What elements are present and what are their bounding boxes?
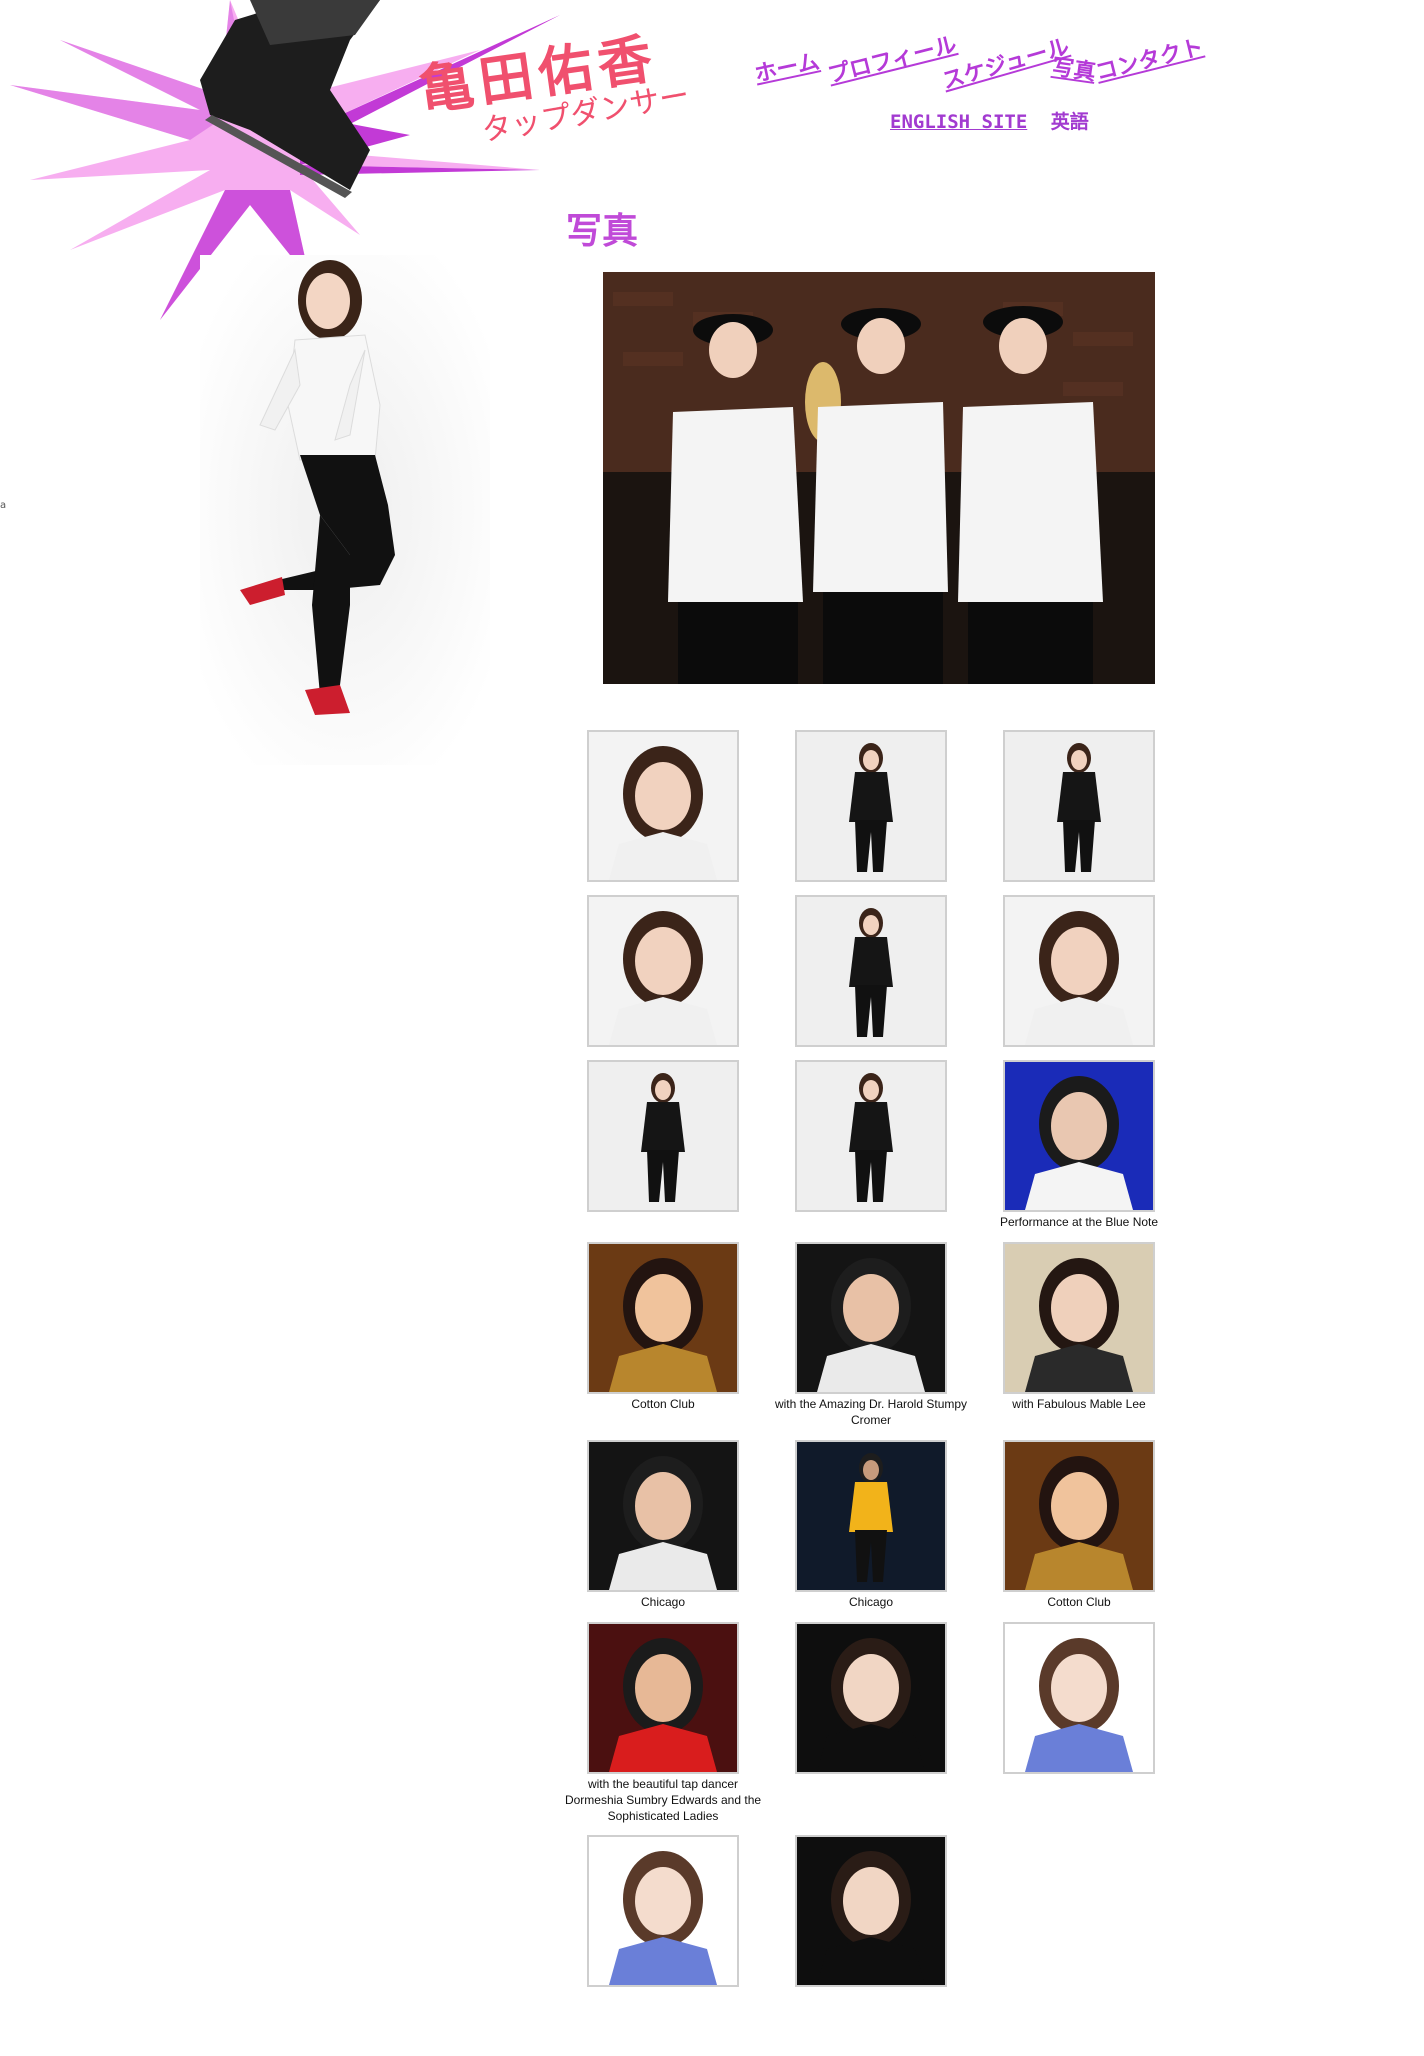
gallery-thumbnail[interactable] (795, 730, 947, 882)
thumbnail-photo (1005, 1442, 1153, 1590)
gallery-thumbnail[interactable] (795, 1622, 947, 1774)
gallery-thumbnail[interactable] (587, 895, 739, 1047)
english-label: 英語 (1050, 111, 1089, 133)
gallery-thumbnail[interactable] (1003, 1242, 1155, 1394)
gallery-caption: with Fabulous Mable Lee (1012, 1397, 1146, 1411)
thumbnail-photo (589, 1442, 737, 1590)
thumbnail-photo (797, 1244, 945, 1392)
thumbnail-photo (1005, 732, 1153, 880)
language-switch: ENGLISH SITE 英語 (890, 107, 1089, 134)
gallery-thumbnail[interactable] (795, 1440, 947, 1592)
thumbnail-photo (589, 732, 737, 880)
gallery-caption: Chicago (640, 1595, 686, 1609)
gallery-caption: with the Amazing Dr. Harold Stumpy Crome… (774, 1397, 968, 1427)
gallery-item[interactable]: with Fabulous Mable Lee (976, 1242, 1182, 1412)
thumbnail-photo (1005, 1062, 1153, 1210)
thumbnail-photo (797, 1062, 945, 1210)
gallery-item[interactable] (976, 1622, 1182, 1774)
thumbnail-photo (589, 1624, 737, 1772)
gallery-item[interactable] (560, 1835, 766, 1987)
nav-item-home[interactable]: ホーム (751, 44, 822, 89)
thumbnail-photo (797, 1837, 945, 1985)
gallery-item[interactable]: Cotton Club (560, 1242, 766, 1412)
nav-item-profile[interactable]: プロフィール (824, 27, 960, 90)
gallery-item[interactable] (768, 895, 974, 1047)
gallery-item[interactable] (560, 730, 766, 882)
thumbnail-photo (797, 1624, 945, 1772)
nav-item-contact[interactable]: コンタクト (1092, 29, 1206, 87)
gallery-item[interactable] (768, 730, 974, 882)
gallery-thumbnail[interactable] (587, 1242, 739, 1394)
gallery-thumbnail[interactable] (795, 1060, 947, 1212)
gallery-item[interactable]: Chicago (768, 1440, 974, 1610)
thumbnail-photo (1005, 897, 1153, 1045)
gallery-thumbnail[interactable] (1003, 895, 1155, 1047)
thumbnail-photo (589, 897, 737, 1045)
gallery-item[interactable] (976, 895, 1182, 1047)
edge-mark: a (0, 500, 7, 511)
gallery-caption: with the beautiful tap dancer Dormeshia … (564, 1777, 762, 1823)
gallery-thumbnail[interactable] (587, 1622, 739, 1774)
gallery-caption: Performance at the Blue Note (999, 1215, 1159, 1229)
gallery-thumbnail[interactable] (795, 895, 947, 1047)
gallery-thumbnail[interactable] (587, 1060, 739, 1212)
gallery-item[interactable]: Chicago (560, 1440, 766, 1610)
featured-photo[interactable] (603, 272, 1155, 684)
gallery-item[interactable]: with the Amazing Dr. Harold Stumpy Crome… (768, 1242, 974, 1428)
gallery-thumbnail[interactable] (795, 1242, 947, 1394)
gallery-item[interactable] (976, 730, 1182, 882)
thumbnail-photo (797, 732, 945, 880)
gallery-thumbnail[interactable] (587, 1835, 739, 1987)
gallery-item[interactable] (560, 895, 766, 1047)
thumbnail-photo (589, 1062, 737, 1210)
gallery-caption: Chicago (848, 1595, 894, 1609)
photo-gallery: Performance at the Blue Note Cotton Club w… (560, 730, 1180, 2030)
nav-item-photos[interactable]: 写真 (1050, 49, 1098, 87)
thumbnail-photo (1005, 1624, 1153, 1772)
gallery-thumbnail[interactable] (1003, 730, 1155, 882)
gallery-item[interactable] (768, 1835, 974, 1987)
gallery-item[interactable]: Performance at the Blue Note (976, 1060, 1182, 1230)
gallery-caption: Cotton Club (631, 1397, 695, 1411)
gallery-thumbnail[interactable] (587, 1440, 739, 1592)
gallery-thumbnail[interactable] (587, 730, 739, 882)
thumbnail-photo (589, 1244, 737, 1392)
gallery-item[interactable]: Cotton Club (976, 1440, 1182, 1610)
gallery-item[interactable] (768, 1622, 974, 1774)
gallery-item[interactable] (768, 1060, 974, 1212)
gallery-item[interactable] (560, 1060, 766, 1212)
gallery-thumbnail[interactable] (1003, 1060, 1155, 1212)
thumbnail-photo (1005, 1244, 1153, 1392)
thumbnail-photo (589, 1837, 737, 1985)
english-site-link[interactable]: ENGLISH SITE (890, 111, 1027, 133)
gallery-thumbnail[interactable] (795, 1835, 947, 1987)
gallery-thumbnail[interactable] (1003, 1622, 1155, 1774)
main-nav: ホーム プロフィール スケジュール 写真 コンタクト (751, 27, 1206, 98)
page-title: 写真 (566, 211, 639, 252)
gallery-caption: Cotton Club (1047, 1595, 1111, 1609)
gallery-item[interactable]: with the beautiful tap dancer Dormeshia … (560, 1622, 766, 1824)
gallery-thumbnail[interactable] (1003, 1440, 1155, 1592)
dancer-figure-image (200, 255, 490, 765)
site-logo[interactable]: 亀田佑香 タップダンサー (415, 20, 698, 149)
thumbnail-photo (797, 897, 945, 1045)
thumbnail-photo (797, 1442, 945, 1590)
